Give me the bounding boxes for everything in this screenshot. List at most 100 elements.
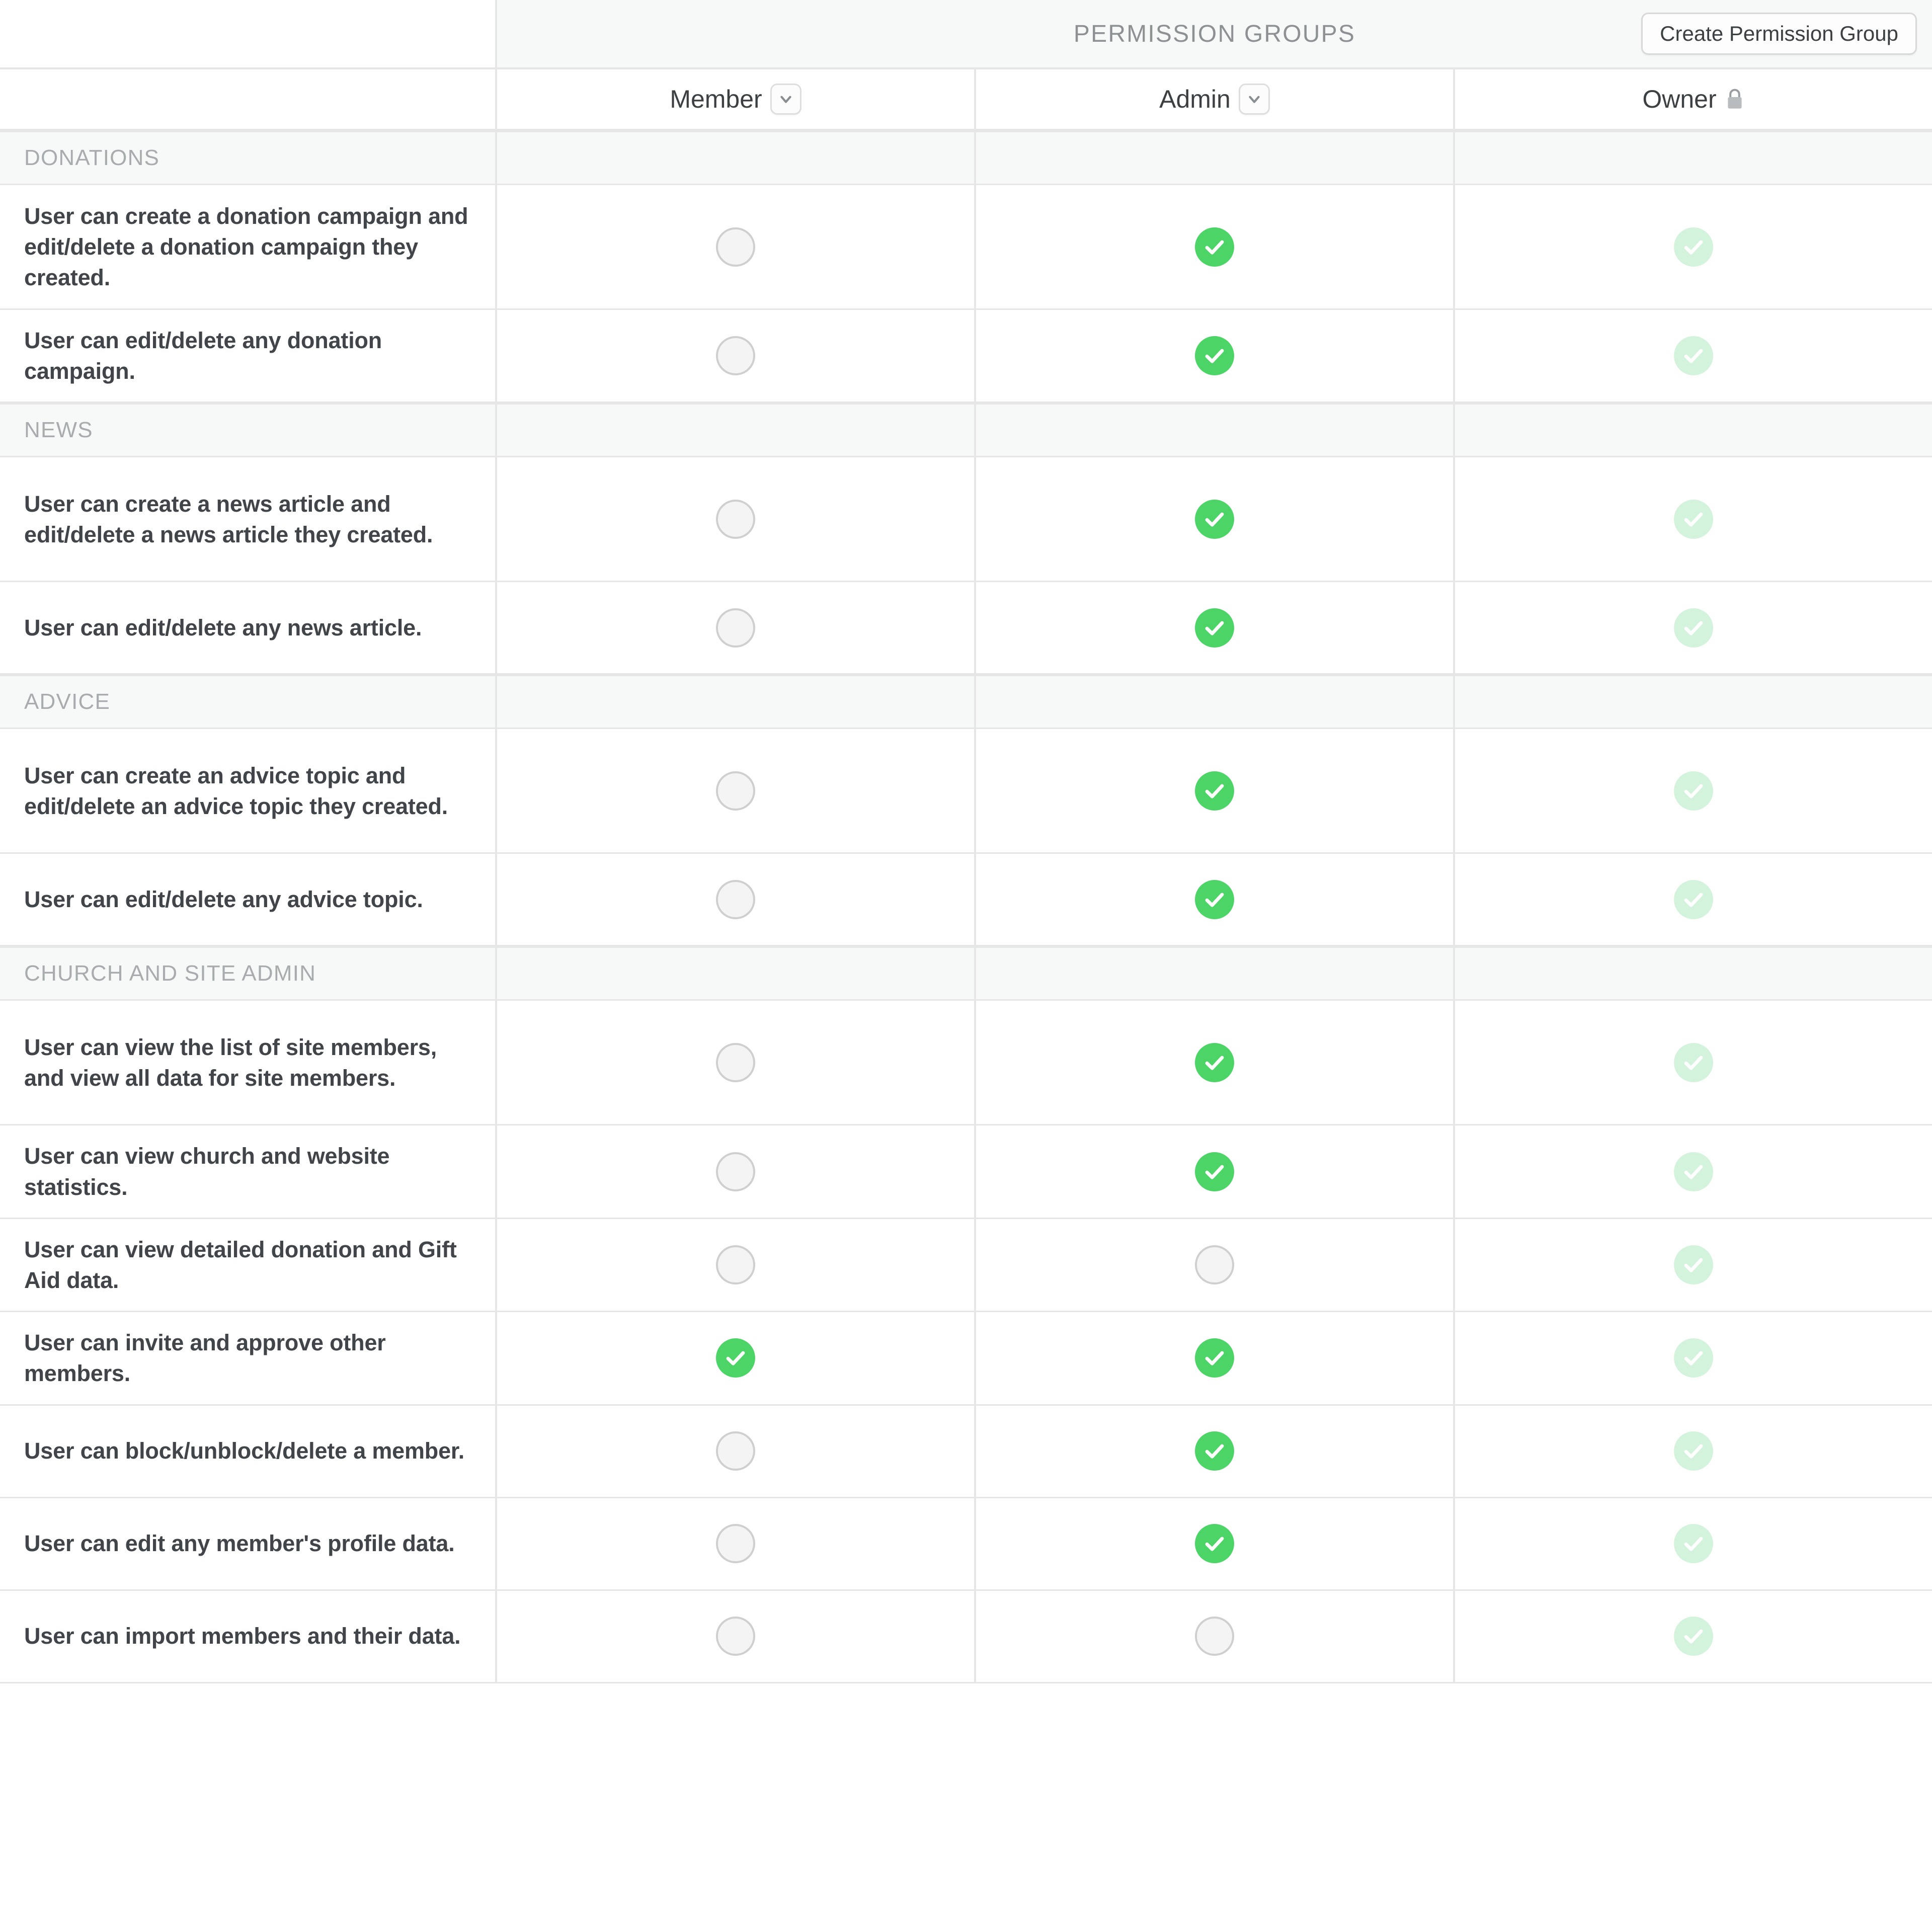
permission-checkbox-admin-on[interactable] (1195, 1152, 1234, 1191)
permission-cell-member (497, 582, 976, 674)
permission-checkbox-owner-locked (1674, 1524, 1713, 1563)
permission-cell-owner (1455, 1406, 1932, 1497)
permission-checkbox-admin-on[interactable] (1195, 1431, 1234, 1471)
column-header-owner-label: Owner (1642, 85, 1717, 113)
permission-description: User can edit/delete any donation campai… (24, 328, 382, 384)
permission-cell-member (497, 1498, 976, 1589)
section-header-label-cell: DONATIONS (0, 132, 497, 184)
permission-row: User can create a donation campaign and … (0, 185, 1932, 310)
permission-row: User can create a news article and edit/… (0, 457, 1932, 583)
permission-checkbox-member-off[interactable] (716, 879, 755, 919)
permission-cell-owner (1455, 854, 1932, 945)
permission-checkbox-member-off[interactable] (716, 1042, 755, 1082)
permission-label-cell: User can edit/delete any advice topic. (0, 854, 497, 945)
permission-checkbox-owner-locked (1674, 336, 1713, 376)
permission-checkbox-admin-off[interactable] (1195, 1617, 1234, 1656)
permission-checkbox-member-off[interactable] (716, 1152, 755, 1191)
permission-cell-admin (976, 1219, 1455, 1311)
permission-checkbox-member-off[interactable] (716, 1431, 755, 1471)
permission-checkbox-member-off[interactable] (716, 771, 755, 811)
permission-checkbox-owner-locked (1674, 1338, 1713, 1378)
permission-description: User can create a news article and edit/… (24, 491, 433, 547)
permission-row: User can edit/delete any news article. (0, 582, 1932, 675)
permission-cell-admin (976, 729, 1455, 853)
permission-row: User can view detailed donation and Gift… (0, 1219, 1932, 1313)
permission-description: User can block/unblock/delete a member. (24, 1438, 465, 1464)
permission-row: User can block/unblock/delete a member. (0, 1405, 1932, 1498)
permission-checkbox-admin-on[interactable] (1195, 608, 1234, 648)
permission-checkbox-owner-locked (1674, 771, 1713, 811)
chevron-down-icon[interactable] (1238, 84, 1270, 115)
permission-cell-member (497, 1125, 976, 1218)
permission-cell-owner (1455, 310, 1932, 401)
section-header-cell-admin (976, 676, 1455, 728)
permission-label-cell: User can view detailed donation and Gift… (0, 1219, 497, 1311)
permission-checkbox-member-off[interactable] (716, 1524, 755, 1563)
permission-checkbox-member-off[interactable] (716, 1245, 755, 1284)
section-title: NEWS (24, 418, 93, 443)
section-header-cell-member (497, 132, 976, 184)
permission-cell-member (497, 185, 976, 308)
permission-cell-owner (1455, 582, 1932, 673)
permission-checkbox-admin-on[interactable] (1195, 771, 1234, 811)
chevron-down-icon[interactable] (770, 84, 801, 115)
permission-description: User can create an advice topic and edit… (24, 762, 448, 819)
permission-cell-owner (1455, 1498, 1932, 1589)
permission-cell-admin (976, 854, 1455, 945)
permission-checkbox-member-off[interactable] (716, 608, 755, 648)
section-header-label-cell: CHURCH AND SITE ADMIN (0, 948, 497, 1000)
permission-cell-admin (976, 310, 1455, 402)
permission-cell-member (497, 1590, 976, 1682)
section-header-label-cell: NEWS (0, 405, 497, 456)
permission-checkbox-admin-off[interactable] (1195, 1245, 1234, 1284)
permission-checkbox-member-off[interactable] (716, 499, 755, 539)
permission-label-cell: User can edit any member's profile data. (0, 1498, 497, 1589)
permission-row: User can import members and their data. (0, 1590, 1932, 1683)
permission-groups-banner: PERMISSION GROUPS Create Permission Grou… (0, 0, 1932, 69)
permission-checkbox-admin-on[interactable] (1195, 879, 1234, 919)
permission-checkbox-member-on[interactable] (716, 1338, 755, 1378)
permission-checkbox-admin-on[interactable] (1195, 336, 1234, 376)
section-header-cell-admin (976, 132, 1455, 184)
section-header-row: NEWS (0, 403, 1932, 458)
section-header-cell-owner (1455, 676, 1932, 728)
permission-cell-owner (1455, 1312, 1932, 1404)
permission-cell-owner (1455, 185, 1932, 308)
section-title: CHURCH AND SITE ADMIN (24, 961, 316, 986)
permission-cell-admin (976, 1405, 1455, 1497)
permission-checkbox-member-off[interactable] (716, 1617, 755, 1656)
section-header-cell-member (497, 405, 976, 456)
permission-label-cell: User can block/unblock/delete a member. (0, 1405, 497, 1497)
section-header-cell-owner (1455, 405, 1932, 456)
permission-cell-owner (1455, 729, 1932, 852)
permission-description: User can edit/delete any advice topic. (24, 887, 423, 913)
group-header-label-spacer (0, 69, 497, 129)
permission-checkbox-admin-on[interactable] (1195, 1042, 1234, 1082)
permission-label-cell: User can view church and website statist… (0, 1125, 497, 1218)
permission-cell-admin (976, 1312, 1455, 1404)
permission-cell-admin (976, 1498, 1455, 1589)
permission-checkbox-admin-on[interactable] (1195, 1338, 1234, 1378)
permission-checkbox-admin-on[interactable] (1195, 499, 1234, 539)
create-permission-group-button[interactable]: Create Permission Group (1641, 13, 1917, 55)
permission-label-cell: User can edit/delete any donation campai… (0, 310, 497, 402)
permissions-matrix-screen: PERMISSION GROUPS Create Permission Grou… (0, 0, 1932, 1932)
permission-checkbox-admin-on[interactable] (1195, 1524, 1234, 1563)
permission-row: User can create an advice topic and edit… (0, 729, 1932, 854)
permission-row: User can edit/delete any donation campai… (0, 310, 1932, 404)
permissions-table: DONATIONS User can create a donation camp… (0, 131, 1932, 1683)
permission-cell-member (497, 1405, 976, 1497)
permission-label-cell: User can invite and approve other member… (0, 1312, 497, 1404)
permission-cell-admin (976, 185, 1455, 308)
permission-cell-member (497, 1001, 976, 1124)
permission-cell-admin (976, 1590, 1455, 1682)
permission-checkbox-admin-on[interactable] (1195, 227, 1234, 267)
banner-content: PERMISSION GROUPS Create Permission Grou… (497, 0, 1932, 67)
permission-checkbox-member-off[interactable] (716, 227, 755, 267)
permission-checkbox-owner-locked (1674, 1431, 1713, 1471)
permission-checkbox-member-off[interactable] (716, 336, 755, 376)
column-header-admin: Admin (976, 69, 1455, 129)
section-header-row: DONATIONS (0, 131, 1932, 185)
permission-cell-member (497, 457, 976, 581)
section-header-cell-owner (1455, 132, 1932, 184)
